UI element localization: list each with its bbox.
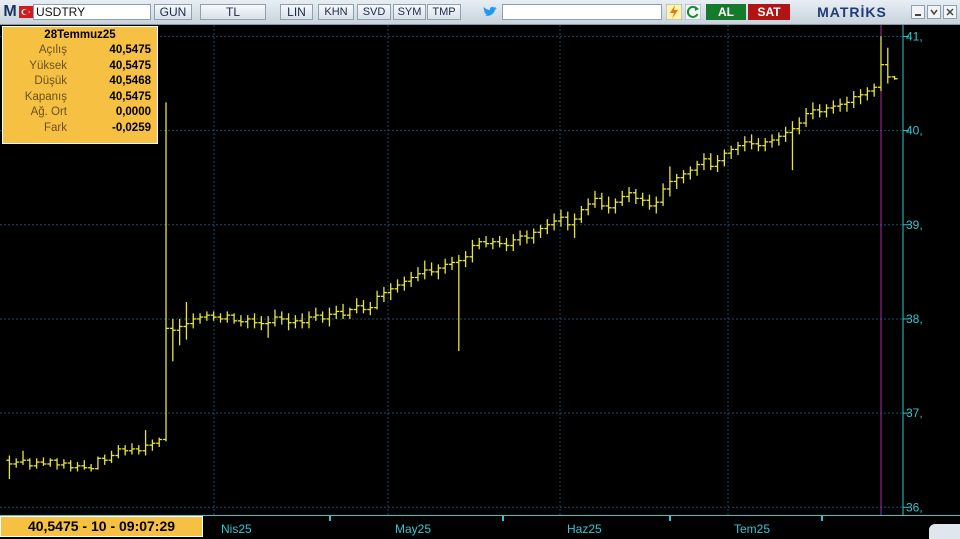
y-tick-label: 41, [906, 29, 923, 43]
x-tick-label: Nis25 [221, 522, 252, 536]
x-tick-mark [821, 515, 823, 521]
symbol-input[interactable]: USDTRY [33, 4, 151, 20]
gun-button[interactable]: GUN [154, 4, 192, 20]
info-label: Düşük [34, 75, 67, 88]
ohlc-info-box: 28Temmuz25 Açılış 40,5475 Yüksek 40,5475 D… [2, 26, 158, 144]
x-tick-label: Haz25 [567, 522, 602, 536]
info-row-open: Açılış 40,5475 [3, 43, 157, 59]
tmp-button[interactable]: TMP [427, 4, 461, 20]
svd-button[interactable]: SVD [357, 4, 391, 20]
x-tick-mark [502, 515, 504, 521]
info-date: 28Temmuz25 [44, 29, 116, 41]
info-label: Ağ. Ort [30, 106, 67, 119]
info-label: Yüksek [29, 59, 67, 72]
x-tick-mark [329, 515, 331, 521]
info-row-high: Yüksek 40,5475 [3, 59, 157, 75]
settings-corner-icon[interactable] [929, 524, 960, 539]
price-readout: 40,5475 - 10 - 09:07:29 [0, 516, 203, 537]
y-tick-label: 36, [906, 500, 923, 514]
info-row-weighted-avg: Ağ. Ort 0,0000 [3, 105, 157, 121]
x-tick-label: Tem25 [734, 522, 771, 536]
khn-button[interactable]: KHN [318, 4, 354, 20]
sell-button[interactable]: SAT [748, 4, 790, 20]
brand-logo: MATRİKS [817, 4, 887, 20]
info-value: 40,5475 [109, 59, 151, 72]
info-value: -0,0259 [111, 121, 151, 134]
info-row-close: Kapanış 40,5475 [3, 90, 157, 106]
buy-button[interactable]: AL [706, 4, 746, 20]
toolbar: M USDTRY GUN TL LIN KHN SVD SYM TMP AL S… [0, 0, 960, 25]
info-label: Fark [44, 121, 67, 134]
x-tick-mark [669, 515, 671, 521]
info-row-low: Düşük 40,5468 [3, 74, 157, 90]
info-value: 40,5475 [109, 90, 151, 103]
info-value: 40,5468 [109, 75, 151, 88]
info-value: 0,0000 [115, 106, 151, 119]
sym-button[interactable]: SYM [393, 4, 426, 20]
minimize-icon[interactable] [911, 5, 925, 19]
close-icon[interactable] [943, 5, 957, 19]
y-tick-label: 38, [906, 312, 923, 326]
info-label: Kapanış [24, 90, 67, 103]
x-tick-label: May25 [395, 522, 432, 536]
search-field[interactable] [502, 4, 662, 20]
info-row-change: Fark -0,0259 [3, 121, 157, 137]
refresh-icon[interactable] [685, 4, 701, 20]
lightning-icon[interactable] [666, 4, 682, 20]
flag-icon[interactable] [19, 6, 33, 18]
twitter-icon[interactable] [480, 4, 500, 20]
info-label: Açılış [38, 44, 67, 56]
restore-icon[interactable] [927, 5, 941, 19]
y-tick-label: 40, [906, 124, 923, 138]
tl-button[interactable]: TL [200, 4, 266, 20]
info-value: 40,5475 [109, 44, 151, 56]
y-tick-label: 39, [906, 218, 923, 232]
y-tick-label: 37, [906, 406, 923, 420]
app-logo[interactable]: M [1, 3, 19, 21]
lin-button[interactable]: LIN [280, 4, 313, 20]
